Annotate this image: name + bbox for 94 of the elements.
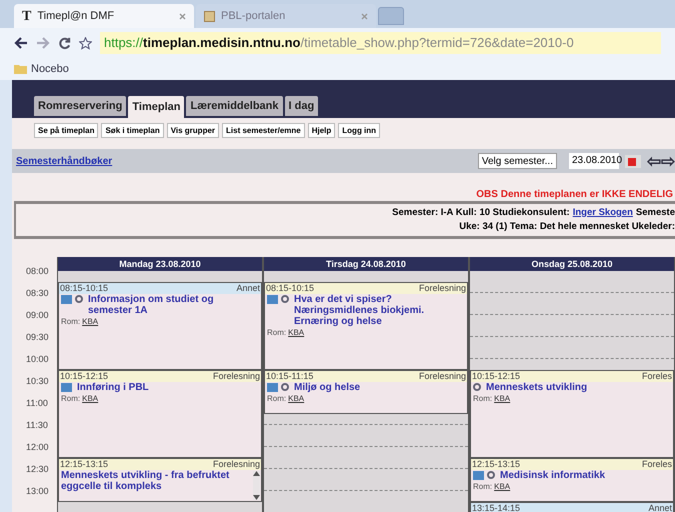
- tab-favicon-icon: [204, 10, 215, 22]
- day-header: Onsdag 25.08.2010: [470, 257, 674, 271]
- site-tab[interactable]: Romreservering: [34, 96, 126, 116]
- nav-button[interactable]: Vis grupper: [166, 123, 220, 138]
- comment-icon[interactable]: [281, 383, 289, 391]
- nav-button[interactable]: Søk i timeplan: [101, 123, 164, 138]
- event-card[interactable]: 08:15-10:15 Forelesning Hva er det vi spiser? Næringsmidlenes biokjemi. Ernæring og helse Rom: KBA: [264, 282, 468, 370]
- time-label: 13:00: [26, 486, 49, 496]
- room-label: Rom:: [267, 327, 286, 339]
- day-header: Mandag 23.08.2010: [58, 257, 262, 271]
- comment-icon[interactable]: [75, 295, 83, 303]
- scroll-down-icon[interactable]: [253, 495, 260, 500]
- event-time: 08:15-10:15: [266, 283, 314, 294]
- nav-button[interactable]: Se på timeplan: [34, 123, 98, 138]
- room-label: Rom:: [61, 393, 80, 405]
- time-label: 12:00: [26, 442, 49, 452]
- event-title[interactable]: Hva er det vi spiser? Næringsmidlenes biokjemi. Ernæring og helse: [294, 294, 457, 327]
- event-type: Forelesning: [212, 371, 260, 382]
- event-type: Foreles: [642, 371, 672, 382]
- info-text: Uke: 34 (1) Tema: Det hele mennesket Ukeleder:: [459, 221, 675, 232]
- reload-button[interactable]: [58, 36, 71, 50]
- event-card[interactable]: 12:15-13:15 Foreles Medisinsk informatikk Rom: KBA: [470, 458, 674, 502]
- event-type: Annet: [648, 503, 672, 512]
- event-card[interactable]: 10:15-11:15 Forelesning Miljø og helse Rom: KBA: [264, 370, 468, 414]
- event-card[interactable]: 10:15-12:15 Forelesning Innføring i PBL Rom: KBA: [58, 370, 262, 458]
- handbook-link[interactable]: Semesterhåndbøker: [16, 154, 112, 168]
- event-type: Annet: [236, 283, 260, 294]
- room-link[interactable]: KBA: [288, 327, 304, 339]
- time-label: 09:00: [26, 310, 49, 320]
- nav-button[interactable]: Logg inn: [338, 123, 380, 138]
- room-label: Rom:: [473, 393, 492, 405]
- notice-text: OBS Denne timeplanen er IKKE ENDELIG: [476, 188, 673, 201]
- semester-select[interactable]: Velg semester...: [478, 153, 557, 169]
- time-label: 08:30: [26, 288, 49, 298]
- time-label: 11:30: [26, 420, 48, 430]
- site-tab[interactable]: Timeplan: [128, 96, 184, 118]
- week-arrows[interactable]: ⇦⇨: [647, 152, 675, 170]
- event-type: Foreles: [642, 459, 672, 470]
- comment-icon[interactable]: [281, 295, 289, 303]
- time-label: 09:30: [26, 332, 49, 342]
- nav-button[interactable]: Hjelp: [308, 123, 336, 138]
- event-title[interactable]: Innføring i PBL: [77, 382, 149, 393]
- event-title[interactable]: Menneskets utvikling: [486, 382, 588, 393]
- time-label: 11:00: [26, 398, 48, 408]
- back-button[interactable]: [14, 37, 28, 49]
- bookmark-item[interactable]: Nocebo: [31, 60, 69, 78]
- calendar-icon[interactable]: [625, 154, 641, 168]
- event-type: Forelesning: [212, 459, 260, 470]
- event-time: 08:15-10:15: [60, 283, 108, 294]
- event-time: 10:15-11:15: [266, 371, 314, 382]
- browser-tab[interactable]: T Timepl@n DMF: [14, 4, 194, 28]
- day-header: Tirsdag 24.08.2010: [264, 257, 468, 271]
- contact-link[interactable]: Inger Skogen: [572, 206, 633, 220]
- info-text: Semeste: [636, 206, 675, 220]
- event-title[interactable]: Informasjon om studiet og semester 1A: [88, 294, 251, 316]
- tab-title: Timepl@n DMF: [37, 8, 116, 24]
- address-bar[interactable]: https://timeplan.medisin.ntnu.no/timetable_show.php?termid=726&date=2010-0: [100, 32, 661, 54]
- comment-icon[interactable]: [487, 471, 495, 479]
- event-time: 12:15-13:15: [60, 459, 108, 470]
- info-text: Semester: I-A Kull: 10 Studiekonsulent:: [392, 206, 570, 220]
- tab-title: PBL-portalen: [221, 8, 286, 24]
- nav-button[interactable]: List semester/emne: [222, 123, 305, 138]
- site-tab[interactable]: Læremiddelbank: [186, 96, 282, 116]
- event-time: 10:15-12:15: [472, 371, 520, 382]
- time-label: 10:00: [26, 354, 49, 364]
- event-card[interactable]: 10:15-12:15 Foreles Menneskets utvikling Rom: KBA: [470, 370, 674, 458]
- close-icon[interactable]: [179, 12, 186, 20]
- room-link[interactable]: KBA: [288, 393, 304, 405]
- event-card[interactable]: 13:15-14:15 Annet: [470, 502, 674, 512]
- event-type: Forelesning: [418, 371, 466, 382]
- event-title[interactable]: Medisinsk informatikk: [500, 470, 606, 481]
- time-label: 08:00: [26, 266, 49, 276]
- event-time: 10:15-12:15: [60, 371, 108, 382]
- time-label: 12:30: [26, 464, 49, 474]
- site-tab[interactable]: I dag: [284, 96, 318, 116]
- time-label: 10:30: [26, 376, 49, 386]
- room-label: Rom:: [267, 393, 286, 405]
- comment-icon[interactable]: [473, 383, 481, 391]
- event-card[interactable]: 08:15-10:15 Annet Informasjon om studiet og semester 1A Rom: KBA: [58, 282, 262, 370]
- event-time: 13:15-14:15: [472, 503, 520, 512]
- room-link[interactable]: KBA: [494, 481, 510, 493]
- scrollbar[interactable]: [253, 471, 260, 500]
- room-link[interactable]: KBA: [82, 316, 98, 328]
- event-title[interactable]: Miljø og helse: [294, 382, 360, 393]
- room-link[interactable]: KBA: [82, 393, 98, 405]
- event-type: Forelesning: [418, 283, 466, 294]
- room-label: Rom:: [61, 316, 80, 328]
- event-time: 12:15-13:15: [472, 459, 520, 470]
- room-link[interactable]: KBA: [494, 393, 510, 405]
- event-title[interactable]: Menneskets utvikling - fra befruktet eggcelle til kompleks: [61, 470, 251, 492]
- room-label: Rom:: [473, 481, 492, 493]
- tab-favicon: T: [22, 8, 32, 26]
- star-icon[interactable]: [79, 36, 92, 50]
- event-card[interactable]: 12:15-13:15 Forelesning Menneskets utvikling - fra befruktet eggcelle til kompleks: [58, 458, 262, 502]
